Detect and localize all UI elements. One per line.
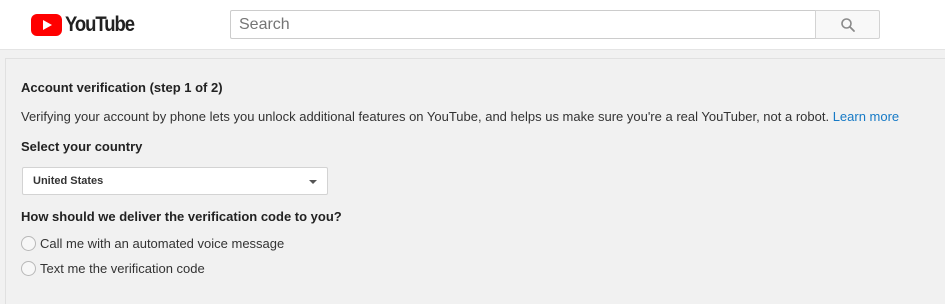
country-heading: Select your country (21, 139, 143, 154)
intro-paragraph: Verifying your account by phone lets you… (21, 109, 899, 124)
search-input[interactable] (230, 10, 815, 39)
country-select[interactable]: United States (22, 167, 328, 195)
logo-wordmark: YouTube (65, 13, 135, 36)
youtube-logo[interactable]: YouTube (31, 13, 143, 37)
learn-more-link[interactable]: Learn more (833, 109, 899, 124)
country-selected-value: United States (33, 175, 104, 187)
chevron-down-icon (309, 180, 317, 184)
radio-option-text[interactable]: Text me the verification code (21, 261, 205, 276)
delivery-heading: How should we deliver the verification c… (21, 209, 342, 224)
radio-label-call: Call me with an automated voice message (40, 236, 285, 251)
radio-label-text: Text me the verification code (40, 261, 205, 276)
radio-button-call[interactable] (21, 236, 36, 251)
radio-button-text[interactable] (21, 261, 36, 276)
youtube-play-icon (31, 14, 62, 36)
search-icon (840, 17, 855, 32)
masthead: YouTube (0, 0, 945, 50)
page-title: Account verification (step 1 of 2) (21, 80, 223, 95)
search-button[interactable] (815, 10, 880, 39)
verification-panel: Account verification (step 1 of 2) Verif… (5, 58, 945, 304)
radio-option-call[interactable]: Call me with an automated voice message (21, 236, 284, 251)
intro-text: Verifying your account by phone lets you… (21, 109, 830, 124)
